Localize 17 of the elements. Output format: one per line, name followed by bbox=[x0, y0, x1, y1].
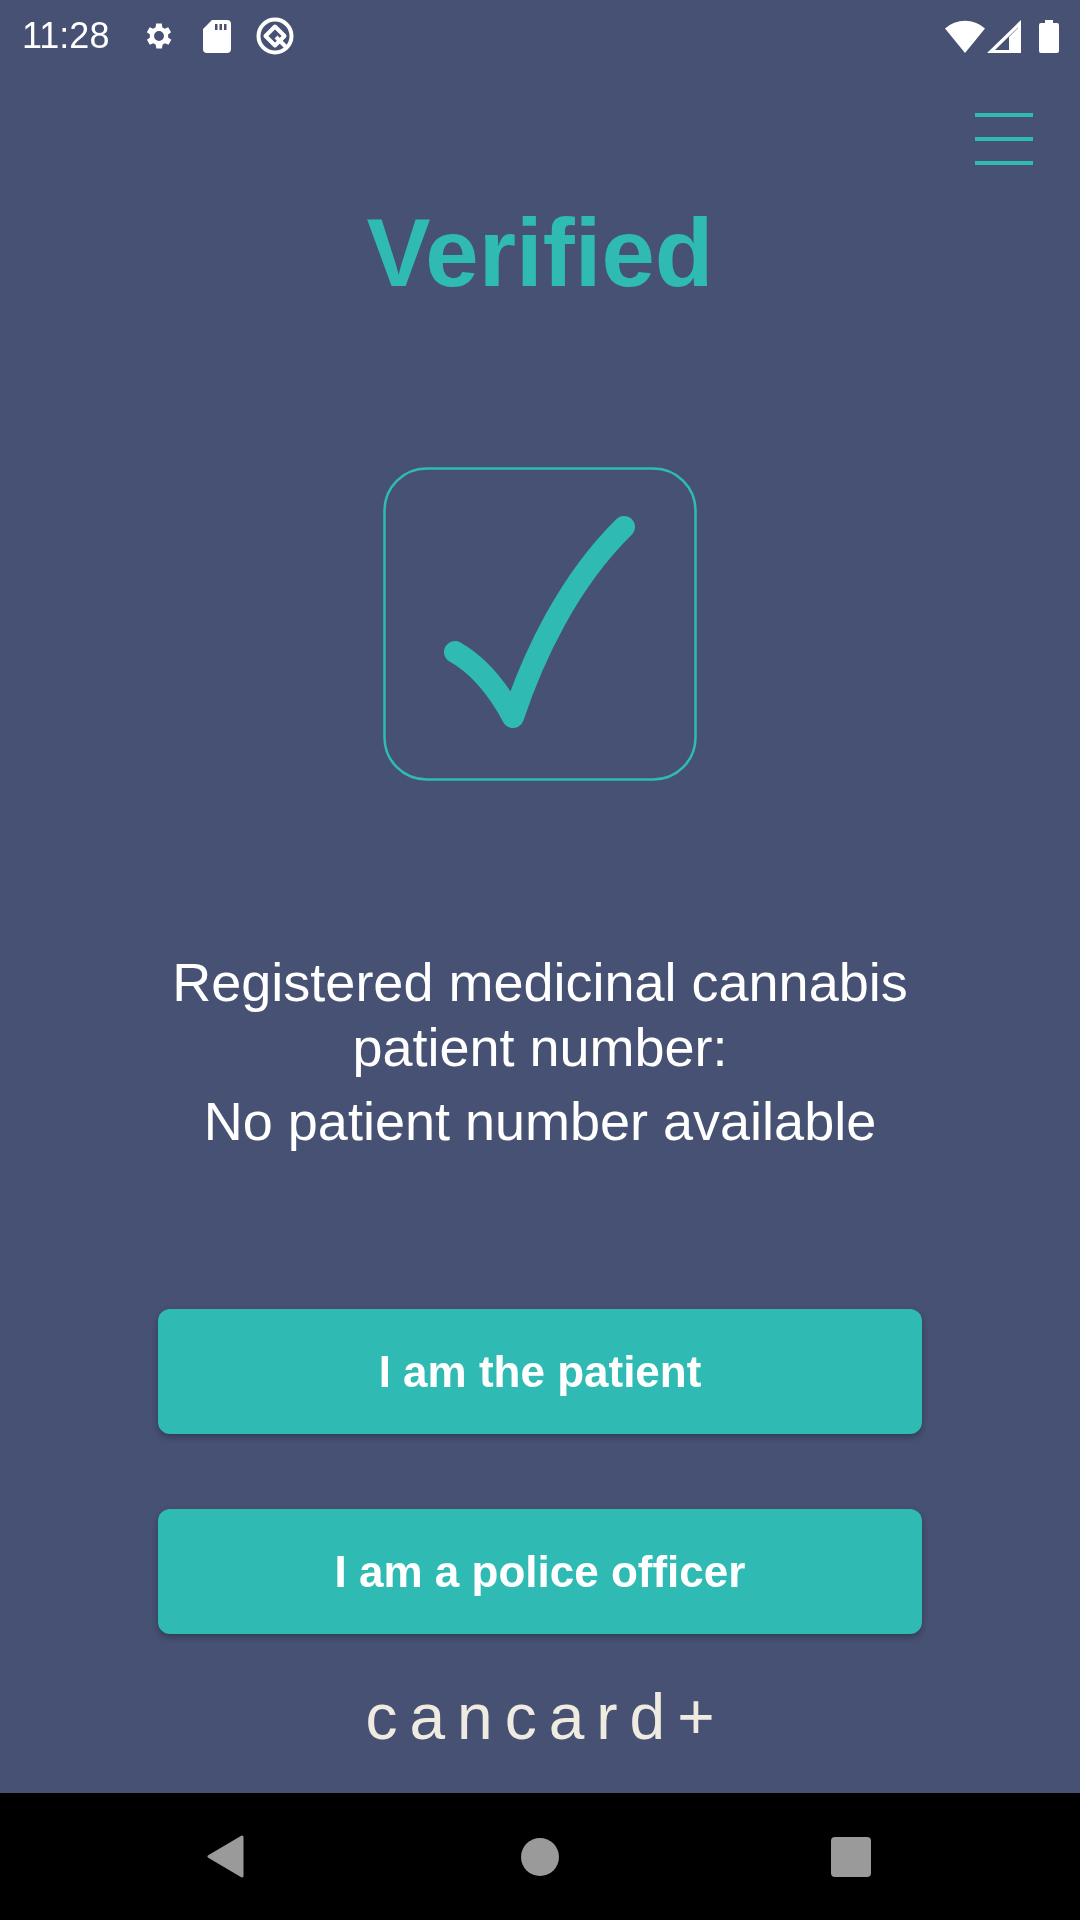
role-button[interactable]: I am the patient bbox=[158, 1309, 922, 1434]
home-icon[interactable] bbox=[521, 1837, 559, 1876]
checkmark-icon bbox=[383, 467, 697, 781]
back-icon[interactable] bbox=[207, 1835, 244, 1878]
menu-icon[interactable] bbox=[975, 113, 1033, 165]
sd-card-icon bbox=[203, 19, 232, 53]
status-time: 11:28 bbox=[22, 18, 110, 54]
wifi-icon bbox=[945, 19, 985, 53]
circle-q-icon bbox=[256, 17, 295, 55]
brand-logo: cancard+ bbox=[364, 1685, 727, 1749]
role-button[interactable]: I am a police officer bbox=[158, 1509, 922, 1634]
battery-icon bbox=[1039, 19, 1059, 53]
patient-number-label: Registered medicinal cannabis patient number: bbox=[171, 951, 909, 1079]
signal-icon bbox=[987, 19, 1021, 53]
patient-number-value: No patient number available bbox=[203, 1090, 877, 1153]
recents-icon[interactable] bbox=[831, 1836, 871, 1877]
page-title: Verified bbox=[366, 205, 714, 301]
